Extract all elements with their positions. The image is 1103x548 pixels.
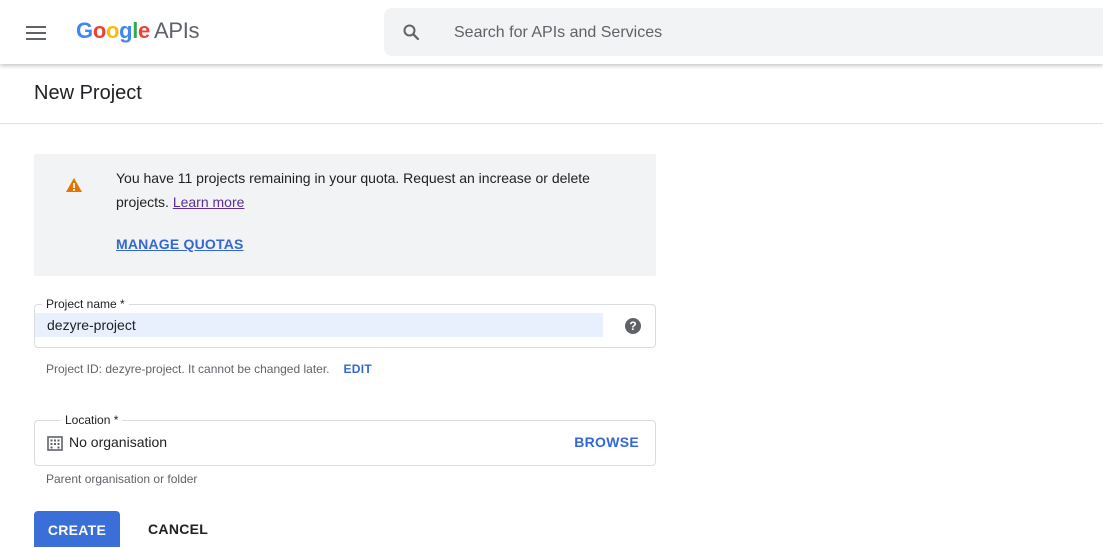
location-value: No organisation [69, 434, 168, 450]
top-app-bar: Google APIs [0, 0, 1103, 64]
manage-quotas-link[interactable]: MANAGE QUOTAS [116, 236, 244, 252]
location-hint: Parent organisation or folder [46, 472, 198, 486]
google-wordmark: Google [76, 18, 150, 43]
search-bar[interactable] [384, 8, 1103, 56]
warning-icon [65, 176, 83, 194]
quota-message: You have 11 projects remaining in your q… [116, 166, 636, 214]
create-button[interactable]: CREATE [34, 511, 120, 547]
browse-button[interactable]: BROWSE [574, 434, 639, 450]
location-label: Location * [61, 412, 123, 428]
google-apis-logo[interactable]: Google APIs [76, 17, 200, 45]
project-id-text: Project ID: dezyre-project. It cannot be… [46, 362, 330, 376]
help-circle-icon[interactable]: ? [624, 317, 642, 335]
search-input[interactable] [452, 20, 1056, 46]
main-menu-button[interactable] [26, 20, 62, 46]
svg-text:?: ? [629, 319, 636, 333]
search-icon[interactable] [402, 23, 420, 41]
learn-more-link[interactable]: Learn more [173, 194, 245, 210]
quota-notice: You have 11 projects remaining in your q… [34, 154, 656, 276]
page-title: New Project [34, 82, 142, 104]
building-icon [47, 435, 63, 451]
project-id-row: Project ID: dezyre-project. It cannot be… [46, 362, 372, 376]
project-name-field[interactable]: Project name * ? [34, 296, 656, 348]
location-field[interactable]: Location * No organisation BROWSE [34, 412, 656, 466]
edit-project-id-button[interactable]: EDIT [344, 362, 373, 376]
logo-suffix: APIs [153, 18, 200, 43]
project-name-input[interactable] [35, 313, 603, 337]
project-name-label: Project name * [42, 296, 129, 312]
hamburger-menu-icon [26, 26, 46, 40]
title-divider [0, 123, 1103, 124]
cancel-button[interactable]: CANCEL [132, 511, 224, 547]
